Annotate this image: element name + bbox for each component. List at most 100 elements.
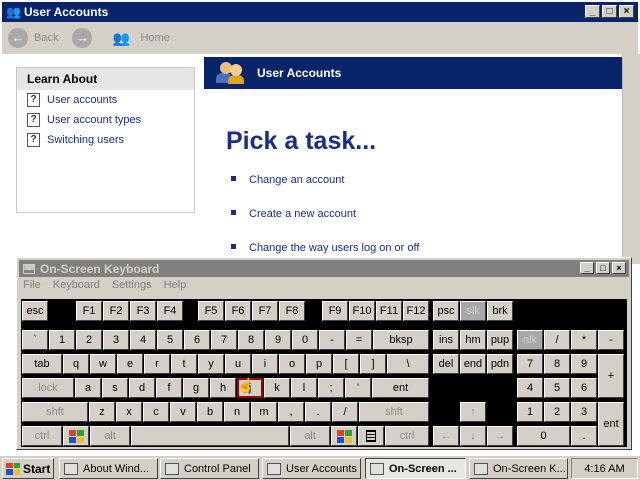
- taskbar-item-about[interactable]: About Wind...: [59, 458, 158, 479]
- key-z[interactable]: z: [89, 402, 115, 422]
- key-kp-5[interactable]: 5: [544, 378, 570, 398]
- key-kp-multiply[interactable]: *: [571, 330, 597, 350]
- key-b[interactable]: b: [197, 402, 223, 422]
- key-h[interactable]: h: [210, 378, 236, 398]
- key-right-ctrl[interactable]: ctrl: [385, 426, 429, 446]
- osk-close-button[interactable]: ×: [612, 262, 626, 274]
- key-page-up[interactable]: pup: [487, 330, 513, 350]
- key-page-down[interactable]: pdn: [487, 354, 513, 374]
- learn-link-label[interactable]: User account types: [47, 114, 141, 126]
- key-esc[interactable]: esc: [22, 301, 48, 321]
- key-kp-3[interactable]: 3: [571, 402, 597, 422]
- key-comma[interactable]: ,: [278, 402, 304, 422]
- key-y[interactable]: y: [198, 354, 224, 374]
- key-f6[interactable]: F6: [225, 301, 251, 321]
- key-t[interactable]: t: [171, 354, 197, 374]
- key-4[interactable]: 4: [130, 330, 156, 350]
- learn-link-label[interactable]: Switching users: [47, 134, 124, 146]
- key-backslash[interactable]: \: [387, 354, 429, 374]
- key-left-ctrl[interactable]: ctrl: [22, 426, 62, 446]
- key-caps-lock[interactable]: lock: [22, 378, 74, 398]
- key-left-alt[interactable]: alt: [90, 426, 130, 446]
- taskbar-item-control-panel[interactable]: Control Panel: [160, 458, 259, 479]
- key-kp-6[interactable]: 6: [571, 378, 597, 398]
- key-psc[interactable]: psc: [433, 301, 459, 321]
- key-left-bracket[interactable]: [: [333, 354, 359, 374]
- key-menu[interactable]: [358, 426, 384, 446]
- key-quote[interactable]: ': [345, 378, 371, 398]
- key-r[interactable]: r: [144, 354, 170, 374]
- menu-help[interactable]: Help: [164, 279, 187, 291]
- taskbar-item-user-accounts[interactable]: User Accounts: [262, 458, 361, 479]
- key-f10[interactable]: F10: [349, 301, 375, 321]
- key-x[interactable]: x: [116, 402, 142, 422]
- key-kp-divide[interactable]: /: [544, 330, 570, 350]
- back-button[interactable]: ← Back: [8, 28, 58, 48]
- task-label[interactable]: Create a new account: [249, 208, 356, 220]
- key-arrow-left[interactable]: ←: [433, 426, 459, 446]
- key-9[interactable]: 9: [265, 330, 291, 350]
- key-space[interactable]: [131, 426, 289, 446]
- key-5[interactable]: 5: [157, 330, 183, 350]
- menu-file[interactable]: File: [23, 279, 41, 291]
- key-o[interactable]: o: [279, 354, 305, 374]
- key-0[interactable]: 0: [292, 330, 318, 350]
- key-q[interactable]: q: [63, 354, 89, 374]
- key-delete[interactable]: del: [433, 354, 459, 374]
- forward-button[interactable]: →: [72, 28, 98, 48]
- key-e[interactable]: e: [117, 354, 143, 374]
- key-period[interactable]: .: [305, 402, 331, 422]
- key-arrow-down[interactable]: ↓: [460, 426, 486, 446]
- key-2[interactable]: 2: [76, 330, 102, 350]
- osk-minimize-button[interactable]: _: [580, 262, 594, 274]
- key-slash[interactable]: /: [332, 402, 358, 422]
- key-slk[interactable]: slk: [460, 301, 486, 321]
- task-create-account[interactable]: Create a new account: [231, 208, 356, 220]
- key-f9[interactable]: F9: [322, 301, 348, 321]
- key-kp-subtract[interactable]: -: [598, 330, 624, 350]
- key-kp-0[interactable]: 0: [517, 426, 570, 446]
- key-f4[interactable]: F4: [157, 301, 183, 321]
- key-end[interactable]: end: [460, 354, 486, 374]
- learn-link-user-accounts[interactable]: ? User accounts: [17, 90, 194, 110]
- osk-maximize-button[interactable]: □: [596, 262, 610, 274]
- key-f3[interactable]: F3: [130, 301, 156, 321]
- key-f7[interactable]: F7: [252, 301, 278, 321]
- key-g[interactable]: g: [183, 378, 209, 398]
- key-home[interactable]: hm: [460, 330, 486, 350]
- key-s[interactable]: s: [102, 378, 128, 398]
- key-a[interactable]: a: [75, 378, 101, 398]
- key-brk[interactable]: brk: [487, 301, 513, 321]
- task-label[interactable]: Change an account: [249, 174, 344, 186]
- taskbar-item-on-screen-1[interactable]: On-Screen ...: [365, 458, 466, 479]
- task-label[interactable]: Change the way users log on or off: [249, 242, 419, 254]
- key-p[interactable]: p: [306, 354, 332, 374]
- key-enter[interactable]: ent: [372, 378, 429, 398]
- key-8[interactable]: 8: [238, 330, 264, 350]
- key-k[interactable]: k: [264, 378, 290, 398]
- key-left-windows[interactable]: [63, 426, 89, 446]
- key-l[interactable]: l: [291, 378, 317, 398]
- key-n[interactable]: n: [224, 402, 250, 422]
- minimize-button[interactable]: _: [585, 5, 600, 18]
- key-3[interactable]: 3: [103, 330, 129, 350]
- close-button[interactable]: ×: [619, 5, 634, 18]
- vertical-scrollbar[interactable]: [622, 54, 640, 264]
- key-kp-1[interactable]: 1: [517, 402, 543, 422]
- key-f[interactable]: f: [156, 378, 182, 398]
- key-kp-2[interactable]: 2: [544, 402, 570, 422]
- key-kp-9[interactable]: 9: [571, 354, 597, 374]
- key-right-alt[interactable]: alt: [290, 426, 330, 446]
- osk-titlebar[interactable]: ⌨ On-Screen Keyboard _ □ ×: [19, 260, 629, 277]
- key-arrow-right[interactable]: →: [487, 426, 513, 446]
- key-right-shift[interactable]: shft: [359, 402, 429, 422]
- key-7[interactable]: 7: [211, 330, 237, 350]
- key-w[interactable]: w: [90, 354, 116, 374]
- key-equals[interactable]: =: [346, 330, 372, 350]
- key-u[interactable]: u: [225, 354, 251, 374]
- key-i[interactable]: i: [252, 354, 278, 374]
- window-titlebar[interactable]: 👥 User Accounts _ □ ×: [2, 2, 638, 22]
- task-change-logon[interactable]: Change the way users log on or off: [231, 242, 419, 254]
- maximize-button[interactable]: □: [602, 5, 617, 18]
- menu-keyboard[interactable]: Keyboard: [53, 279, 100, 291]
